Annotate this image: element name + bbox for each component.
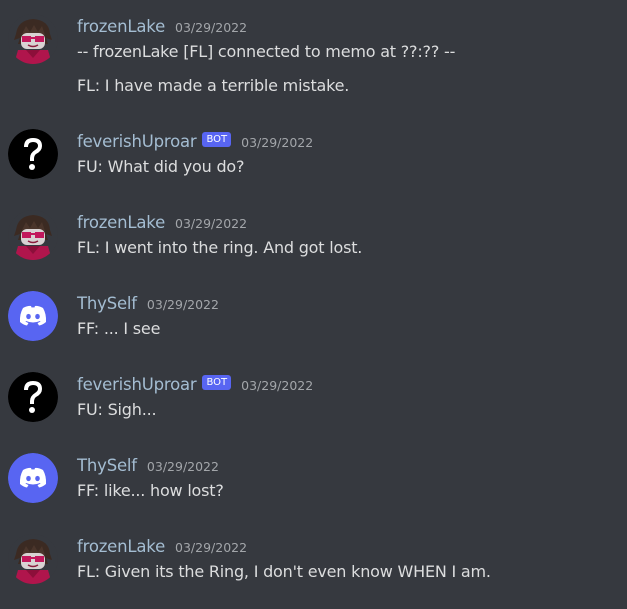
- avatar[interactable]: [8, 14, 58, 64]
- username[interactable]: frozenLake: [77, 17, 165, 36]
- troll-character-avatar-icon: [8, 534, 58, 584]
- message-header: feverishUproar BOT 03/29/2022: [77, 129, 313, 153]
- username[interactable]: frozenLake: [77, 537, 165, 556]
- troll-character-avatar-icon: [8, 14, 58, 64]
- timestamp[interactable]: 03/29/2022: [147, 459, 219, 474]
- message-header: ThySelf 03/29/2022: [77, 291, 219, 315]
- avatar[interactable]: [8, 210, 58, 260]
- discord-logo-avatar-icon: [8, 291, 58, 341]
- message-header: feverishUproar BOT 03/29/2022: [77, 372, 313, 396]
- message-header: frozenLake 03/29/2022: [77, 14, 247, 38]
- timestamp[interactable]: 03/29/2022: [175, 216, 247, 231]
- bot-badge: BOT: [202, 374, 232, 390]
- message-text: FU: What did you do?: [77, 157, 245, 176]
- discord-logo-avatar-icon: [8, 453, 58, 503]
- troll-character-avatar-icon: [8, 210, 58, 260]
- username[interactable]: feverishUproar: [77, 375, 197, 394]
- message-text: FU: Sigh...: [77, 400, 157, 419]
- message-header: frozenLake 03/29/2022: [77, 534, 247, 558]
- timestamp[interactable]: 03/29/2022: [175, 20, 247, 35]
- question-mark-avatar-icon: [8, 372, 58, 422]
- timestamp[interactable]: 03/29/2022: [175, 540, 247, 555]
- timestamp[interactable]: 03/29/2022: [241, 378, 313, 393]
- message-text: FF: ... I see: [77, 319, 161, 338]
- avatar[interactable]: [8, 129, 58, 179]
- avatar[interactable]: [8, 534, 58, 584]
- message-text: -- frozenLake [FL] connected to memo at …: [77, 42, 456, 61]
- timestamp[interactable]: 03/29/2022: [241, 135, 313, 150]
- message-text: FL: Given its the Ring, I don't even kno…: [77, 562, 491, 581]
- chat-log: frozenLake 03/29/2022 -- frozenLake [FL]…: [0, 0, 627, 609]
- username[interactable]: ThySelf: [77, 456, 137, 475]
- question-mark-avatar-icon: [8, 129, 58, 179]
- message-text: FF: like... how lost?: [77, 481, 224, 500]
- username[interactable]: frozenLake: [77, 213, 165, 232]
- avatar[interactable]: [8, 291, 58, 341]
- message-text: FL: I have made a terrible mistake.: [77, 76, 350, 95]
- username[interactable]: feverishUproar: [77, 132, 197, 151]
- avatar[interactable]: [8, 453, 58, 503]
- username[interactable]: ThySelf: [77, 294, 137, 313]
- message-text: FL: I went into the ring. And got lost.: [77, 238, 363, 257]
- bot-badge: BOT: [202, 131, 232, 147]
- timestamp[interactable]: 03/29/2022: [147, 297, 219, 312]
- avatar[interactable]: [8, 372, 58, 422]
- message-header: frozenLake 03/29/2022: [77, 210, 247, 234]
- message-header: ThySelf 03/29/2022: [77, 453, 219, 477]
